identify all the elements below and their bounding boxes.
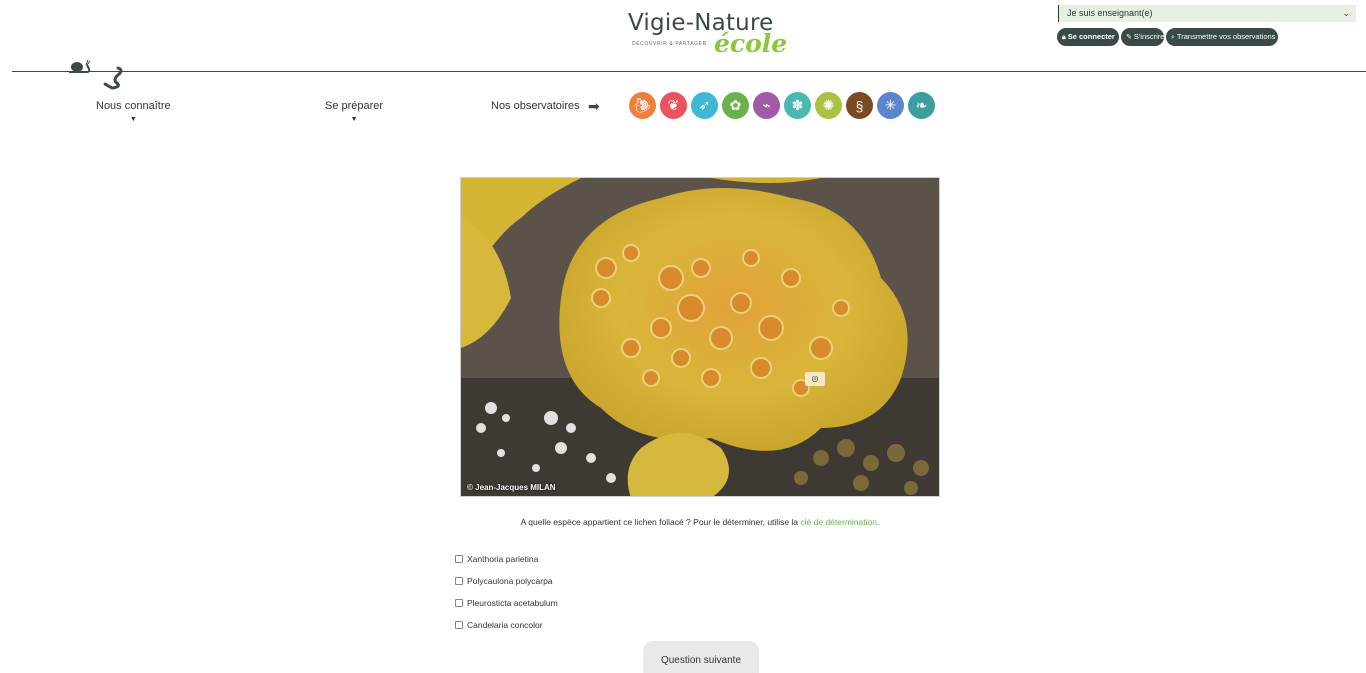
bat-observatory-button[interactable]: ⌁ (753, 92, 780, 119)
nav-observatories-label: Nos observatoires (491, 100, 580, 112)
nav-prepare-label: Se préparer (325, 100, 384, 112)
flower-icon: ✽ (791, 97, 804, 113)
role-select-value: Je suis enseignant(e) (1067, 8, 1153, 18)
site-logo[interactable]: Vigie-Nature DÉCOUVRIR & PARTAGER école (628, 10, 787, 58)
answer-option[interactable]: Pleurosticta acetabulum (455, 597, 558, 609)
answer-label: Xanthoria parietina (467, 554, 539, 564)
flower-observatory-button[interactable]: ✽ (784, 92, 811, 119)
seaweed-icon: ❧ (915, 97, 928, 113)
header-divider (12, 71, 1366, 72)
answer-label: Polycaulona polycarpa (467, 576, 553, 586)
zoom-icon[interactable]: ◎ (805, 372, 825, 386)
answer-label: Pleurosticta acetabulum (467, 598, 558, 608)
bird-icon: ➶ (698, 97, 711, 113)
answer-option[interactable]: Xanthoria parietina (455, 553, 538, 565)
snail-observatory-button[interactable]: 🐌︎ (629, 92, 656, 119)
lichen-photo: © Jean-Jacques MILAN ◎ (460, 177, 940, 497)
bird-observatory-button[interactable]: ➶ (691, 92, 718, 119)
insect-icon: ✺ (822, 97, 835, 113)
seaweed-observatory-button[interactable]: ❧ (908, 92, 935, 119)
bat-icon: ⌁ (762, 97, 771, 113)
question-text: A quelle espèce appartient ce lichen fol… (520, 517, 801, 527)
nav-about-label: Nous connaître (96, 100, 171, 112)
nav-about[interactable]: Nous connaître ▼ (96, 100, 171, 123)
pencil-icon: ✎ (1126, 34, 1132, 41)
answer-checkbox[interactable] (455, 599, 463, 607)
snail-icon (69, 59, 91, 73)
logo-subtitle: école (714, 29, 788, 58)
answer-checkbox[interactable] (455, 621, 463, 629)
chevron-down-icon: ⌄ (1342, 8, 1350, 18)
butterfly-icon: ❦ (667, 97, 680, 113)
signup-label: S'inscrire (1133, 32, 1165, 41)
earthworm-observatory-button[interactable]: § (846, 92, 873, 119)
insect-observatory-button[interactable]: ✺ (815, 92, 842, 119)
photo-credit: © Jean-Jacques MILAN (467, 483, 556, 492)
nav-observatories[interactable]: Nos observatoires (491, 100, 580, 112)
answer-option[interactable]: Polycaulona polycarpa (455, 575, 553, 587)
coral-observatory-button[interactable]: ✳ (877, 92, 904, 119)
earthworm-icon (103, 66, 123, 90)
lock-icon: 🔒︎ (1062, 34, 1066, 41)
caret-down-icon: ▼ (350, 116, 358, 123)
plant-icon: ✿ (729, 97, 742, 113)
submit-observations-button[interactable]: ⌕ Transmettre vos observations (1166, 28, 1278, 46)
snail-icon: 🐌︎ (633, 97, 652, 113)
role-select[interactable]: Je suis enseignant(e) ⌄ (1058, 5, 1356, 22)
login-button[interactable]: 🔒︎ Se connecter (1057, 28, 1119, 46)
login-label: Se connecter (1067, 32, 1115, 41)
butterfly-observatory-button[interactable]: ❦ (660, 92, 687, 119)
answer-checkbox[interactable] (455, 555, 463, 563)
answer-option[interactable]: Candelaria concolor (455, 619, 543, 631)
submit-observations-label: Transmettre vos observations (1176, 32, 1276, 41)
answer-checkbox[interactable] (455, 577, 463, 585)
quiz-question: A quelle espèce appartient ce lichen fol… (0, 517, 1366, 527)
signup-button[interactable]: ✎ S'inscrire (1121, 28, 1164, 46)
nav-prepare[interactable]: Se préparer ▼ (325, 100, 384, 123)
earthworm-icon: § (855, 97, 864, 114)
plant-observatory-button[interactable]: ✿ (722, 92, 749, 119)
determination-key-link[interactable]: clé de détermination (800, 517, 877, 527)
answer-label: Candelaria concolor (467, 620, 543, 630)
caret-down-icon: ▼ (129, 116, 137, 123)
question-end: . (876, 517, 880, 527)
logo-tagline: DÉCOUVRIR & PARTAGER (632, 41, 707, 47)
search-icon: ⌕ (1171, 34, 1175, 41)
arrow-right-icon: ➡ (588, 98, 600, 114)
coral-icon: ✳ (884, 97, 897, 113)
next-question-button[interactable]: Question suivante (643, 641, 759, 673)
